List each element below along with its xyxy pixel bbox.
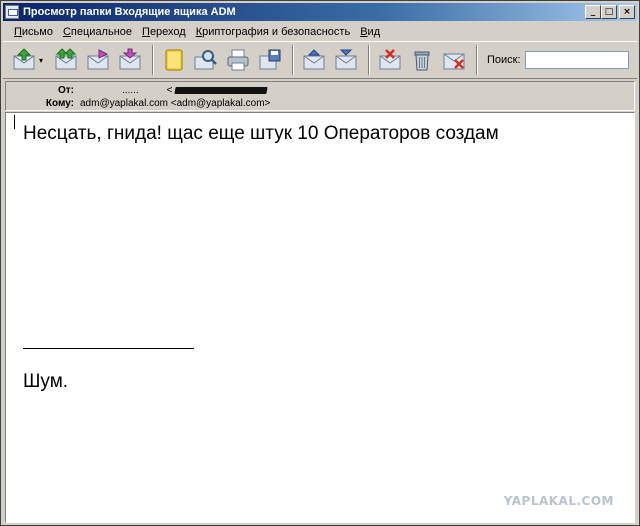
window-title: Просмотр папки Входящие ящика ADM (23, 6, 236, 18)
toolbar-separator (292, 45, 294, 75)
mark-icon (379, 49, 401, 70)
text-caret (14, 115, 15, 129)
title-bar[interactable]: Просмотр папки Входящие ящика ADM _ □ × (3, 3, 637, 21)
from-label: От: (57, 84, 74, 96)
delete-button[interactable] (407, 45, 437, 75)
menu-bar: Письмо Специальное Переход Криптография … (3, 23, 637, 41)
junk-icon (443, 53, 465, 70)
print-icon (227, 49, 249, 71)
mark-button[interactable] (375, 45, 405, 75)
signature-text: Шум. (23, 371, 69, 392)
message-header: От: ...... < Кому: adm@yaplakal.com <adm… (5, 81, 635, 111)
from-bracket: < (166, 84, 173, 96)
print-button[interactable] (223, 45, 253, 75)
address-book-icon (165, 49, 183, 71)
menu-special[interactable]: Специальное (58, 26, 137, 38)
next-icon (335, 49, 357, 70)
to-label: Кому: (45, 97, 74, 109)
minimize-button[interactable]: _ (585, 5, 601, 19)
redacted-address (173, 86, 268, 94)
find-button[interactable] (191, 45, 221, 75)
signature-divider (23, 348, 194, 349)
reply-all-icon (55, 48, 77, 70)
message-body[interactable]: Несцать, гнида! щас еще штук 10 Оператор… (5, 112, 635, 523)
forward-button[interactable] (83, 45, 113, 75)
save-button[interactable] (255, 45, 285, 75)
find-icon (194, 50, 217, 70)
toolbar-separator (476, 45, 478, 75)
toolbar-separator (368, 45, 370, 75)
reply-button[interactable] (9, 45, 39, 75)
from-row: От: ...... < (6, 83, 268, 97)
next-button[interactable] (331, 45, 361, 75)
mail-window-icon (5, 5, 19, 19)
watermark: YAPLAKAL.COM (503, 494, 614, 508)
maximize-button[interactable]: □ (601, 5, 617, 19)
menu-view[interactable]: Вид (355, 26, 385, 38)
to-value[interactable]: adm@yaplakal.com <adm@yaplakal.com> (80, 98, 270, 109)
reply-icon (13, 48, 35, 70)
message-text: Несцать, гнида! щас еще штук 10 Оператор… (23, 123, 499, 144)
app-window: Просмотр папки Входящие ящика ADM _ □ × … (0, 0, 640, 526)
send-icon (119, 48, 141, 70)
previous-icon (303, 49, 325, 70)
trash-icon (414, 51, 430, 71)
window-controls: _ □ × (585, 5, 635, 19)
close-button[interactable]: × (619, 5, 635, 19)
search-input[interactable] (524, 51, 629, 69)
menu-go[interactable]: Переход (137, 26, 191, 38)
forward-icon (87, 49, 109, 70)
send-button[interactable] (115, 45, 145, 75)
from-name: ...... (122, 84, 139, 96)
address-book-button[interactable] (159, 45, 189, 75)
menu-crypto[interactable]: Криптография и безопасность (191, 26, 355, 38)
to-row: Кому: adm@yaplakal.com <adm@yaplakal.com… (6, 96, 271, 110)
reply-all-button[interactable] (51, 45, 81, 75)
toolbar-separator (152, 45, 154, 75)
toolbar: ▾ Поиск: (3, 41, 637, 79)
search-label: Поиск: (487, 54, 521, 66)
previous-button[interactable] (299, 45, 329, 75)
menu-letter[interactable]: Письмо (9, 26, 58, 38)
save-icon (259, 49, 281, 70)
junk-button[interactable] (439, 45, 469, 75)
reply-dropdown-arrow[interactable]: ▾ (39, 56, 47, 65)
